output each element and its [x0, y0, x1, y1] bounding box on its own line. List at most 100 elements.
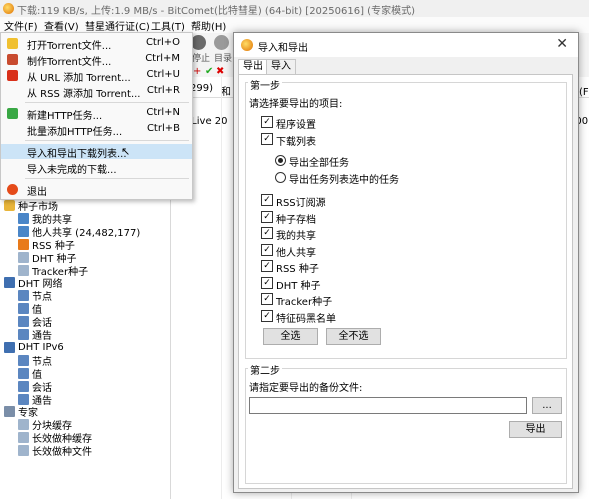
select-none-button[interactable]: 全不选 [326, 328, 381, 345]
window-title: 下载:119 KB/s, 上传:1.9 MB/s - BitComet(比特彗星… [17, 6, 415, 17]
menu-item-add-rss[interactable]: 从 RSS 源添加 Torrent... Ctrl+R [1, 84, 192, 100]
grid-line [221, 77, 222, 499]
menu-item-label: 制作Torrent文件... [27, 57, 112, 68]
stop-icon[interactable] [191, 35, 206, 50]
menu-help[interactable]: 帮助(H) [191, 18, 226, 33]
bitcomet-logo-icon [241, 39, 253, 51]
menu-item-shortcut: Ctrl+M [145, 53, 180, 64]
directory-icon[interactable] [214, 35, 229, 50]
checkbox-rss-feeds[interactable]: ✓ [261, 194, 273, 206]
radio-export-all[interactable] [275, 155, 286, 166]
browse-button[interactable]: ... [532, 397, 562, 414]
checkbox-download-list[interactable]: ✓ [261, 133, 273, 145]
dialog-title: 导入和导出 [258, 43, 308, 54]
checkbox-tracker-torrents[interactable]: ✓ [261, 293, 273, 305]
menu-item-label: 退出 [27, 187, 47, 198]
menu-separator [25, 178, 189, 179]
menu-passport[interactable]: 彗星通行证(C) [85, 18, 150, 33]
tree-item-label: 长效做种文件 [32, 447, 92, 459]
node-icon [18, 303, 29, 315]
menu-item-label: 批量添加HTTP任务... [27, 127, 123, 138]
step2-label: 第二步 [248, 362, 282, 377]
checkbox-dht-torrents[interactable]: ✓ [261, 277, 273, 289]
doc-icon [18, 251, 29, 263]
export-panel: 第一步 请选择要导出的项目: ✓ 程序设置 ✓ 下载列表 导出全部任务 导出任务… [238, 74, 573, 489]
tab-import[interactable]: 导入 [266, 59, 296, 75]
import-export-dialog: 导入和导出 ✕ 导出 导入 第一步 请选择要导出的项目: ✓ 程序设置 ✓ 下载… [233, 32, 579, 493]
dialog-title-bar: 导入和导出 ✕ [234, 33, 578, 57]
rss-icon [18, 238, 29, 250]
doc-icon [18, 264, 29, 276]
menu-item-shortcut: Ctrl+N [146, 107, 180, 118]
checkbox-rss-torrents[interactable]: ✓ [261, 260, 273, 272]
step1-prompt: 请选择要导出的项目: [249, 99, 343, 110]
menu-item-add-url[interactable]: 从 URL 添加 Torrent... Ctrl+U [1, 68, 192, 84]
checkbox-torrent-archive[interactable]: ✓ [261, 211, 273, 223]
doc-icon [18, 445, 29, 457]
radio-export-selected[interactable] [275, 172, 286, 183]
menu-item-import-export[interactable]: 导入和导出下载列表... ↖ [1, 144, 192, 160]
checkbox-label: 程序设置 [276, 120, 316, 131]
menu-item-label: 导入和导出下载列表... [27, 149, 127, 160]
tree-item-label: DHT IPv6 [18, 341, 64, 353]
network-icon [4, 341, 15, 353]
doc-icon [18, 419, 29, 431]
close-icon[interactable]: ✕ [556, 36, 568, 52]
radio-label: 导出任务列表选中的任务 [289, 175, 399, 186]
checkbox-label: RSS 种子 [276, 264, 319, 275]
network-icon [4, 277, 15, 289]
checkbox-others-shares[interactable]: ✓ [261, 244, 273, 256]
select-all-button[interactable]: 全选 [263, 328, 318, 345]
checkbox-hash-blacklist[interactable]: ✓ [261, 310, 273, 322]
menu-file[interactable]: 文件(F) [4, 18, 38, 33]
open-folder-icon [7, 38, 18, 49]
checkbox-settings[interactable]: ✓ [261, 116, 273, 128]
title-bar: 下载:119 KB/s, 上传:1.9 MB/s - BitComet(比特彗星… [0, 0, 589, 18]
menu-item-open-torrent[interactable]: 打开Torrent文件... Ctrl+O [1, 36, 192, 52]
checkbox-label: RSS订阅源 [276, 198, 326, 209]
checkbox-label: 我的共享 [276, 231, 316, 242]
menu-item-make-torrent[interactable]: 制作Torrent文件... Ctrl+M [1, 52, 192, 68]
menu-item-new-http[interactable]: 新建HTTP任务... Ctrl+N [1, 106, 192, 122]
step1-label: 第一步 [248, 77, 282, 92]
checkbox-label: 下载列表 [276, 137, 316, 148]
bitcomet-logo-icon [3, 3, 14, 14]
menu-item-import-unfinished[interactable]: 导入未完成的下载... [1, 160, 192, 176]
menu-item-label: 打开Torrent文件... [27, 41, 112, 52]
node-icon [18, 290, 29, 302]
menu-item-exit[interactable]: 退出 [1, 182, 192, 198]
menu-item-shortcut: Ctrl+B [146, 123, 180, 134]
make-torrent-icon [7, 54, 18, 65]
menu-tools[interactable]: 工具(T) [151, 18, 185, 33]
tree-item[interactable]: 长效做种文件 [18, 444, 92, 459]
node-icon [18, 380, 29, 392]
menu-item-label: 从 URL 添加 Torrent... [27, 73, 131, 84]
check-icon[interactable]: ✔ [205, 66, 213, 77]
node-icon [18, 393, 29, 405]
tab-export[interactable]: 导出 [238, 59, 268, 74]
menu-item-batch-http[interactable]: 批量添加HTTP任务... Ctrl+B [1, 122, 192, 138]
mouse-cursor-icon: ↖ [121, 145, 131, 158]
tree-item[interactable]: 通告 [18, 328, 52, 342]
menu-item-shortcut: Ctrl+O [145, 37, 180, 48]
menu-view[interactable]: 查看(V) [44, 18, 79, 33]
menu-separator [25, 102, 189, 103]
menu-item-label: 新建HTTP任务... [27, 111, 103, 122]
http-task-icon [7, 108, 18, 119]
checkbox-label: Tracker种子 [276, 297, 333, 308]
count-text: 299) [190, 83, 213, 94]
checkbox-my-shares[interactable]: ✓ [261, 227, 273, 239]
node-icon [18, 316, 29, 328]
menu-item-label: 从 RSS 源添加 Torrent... [27, 89, 141, 100]
radio-label: 导出全部任务 [289, 158, 349, 169]
directory-label: 目录 [214, 54, 233, 64]
checkbox-label: 特征码黑名单 [276, 314, 336, 325]
add-icon[interactable]: + [193, 66, 201, 77]
backup-file-input[interactable] [249, 397, 527, 414]
node-icon [18, 329, 29, 340]
folder-icon [4, 200, 15, 211]
export-button[interactable]: 导出 [509, 421, 562, 438]
checkbox-label: DHT 种子 [276, 281, 321, 292]
delete-icon[interactable]: ✖ [216, 66, 224, 77]
category-tree: 种子市场 我的共享 他人共享 (24,482,177) RSS 种子 DHT 种子 Tra… [0, 198, 171, 499]
